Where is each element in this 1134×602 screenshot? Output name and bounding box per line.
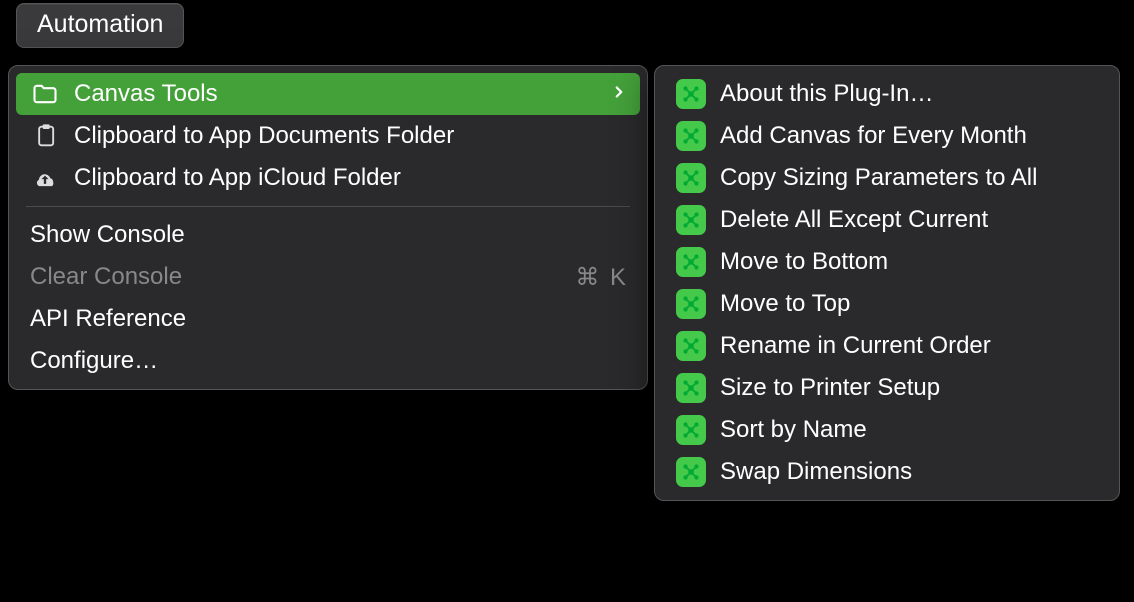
- menu-item-clipboard-icloud[interactable]: Clipboard to App iCloud Folder: [16, 157, 640, 199]
- menu-title-label: Automation: [37, 10, 163, 38]
- menu-item-label: API Reference: [30, 305, 628, 333]
- plugin-icon: [676, 289, 706, 319]
- submenu-item-label: Delete All Except Current: [720, 206, 1100, 234]
- plugin-icon: [676, 79, 706, 109]
- menu-item-clear-console[interactable]: Clear Console ⌘ K: [16, 256, 640, 298]
- menu-item-label: Clipboard to App Documents Folder: [74, 122, 628, 150]
- menu-item-api-reference[interactable]: API Reference: [16, 298, 640, 340]
- canvas-tools-submenu: About this Plug-In… Add Canvas for Every…: [654, 65, 1120, 501]
- submenu-item-sort-name[interactable]: Sort by Name: [662, 409, 1112, 451]
- plugin-icon: [676, 247, 706, 277]
- menu-item-label: Show Console: [30, 221, 628, 249]
- submenu-item-label: Copy Sizing Parameters to All: [720, 164, 1100, 192]
- submenu-item-move-bottom[interactable]: Move to Bottom: [662, 241, 1112, 283]
- submenu-item-swap-dimensions[interactable]: Swap Dimensions: [662, 451, 1112, 493]
- submenu-item-label: Size to Printer Setup: [720, 374, 1100, 402]
- menu-item-label: Clear Console: [30, 263, 561, 291]
- menu-item-label: Canvas Tools: [74, 80, 596, 108]
- menu-title-button[interactable]: Automation: [16, 3, 184, 48]
- menu-item-clipboard-documents[interactable]: Clipboard to App Documents Folder: [16, 115, 640, 157]
- folder-icon: [30, 79, 60, 109]
- plugin-icon: [676, 121, 706, 151]
- submenu-item-size-printer[interactable]: Size to Printer Setup: [662, 367, 1112, 409]
- menu-item-canvas-tools[interactable]: Canvas Tools: [16, 73, 640, 115]
- submenu-item-label: Add Canvas for Every Month: [720, 122, 1100, 150]
- submenu-item-delete-except-current[interactable]: Delete All Except Current: [662, 199, 1112, 241]
- submenu-item-add-canvas-month[interactable]: Add Canvas for Every Month: [662, 115, 1112, 157]
- submenu-item-copy-sizing[interactable]: Copy Sizing Parameters to All: [662, 157, 1112, 199]
- menu-item-label: Configure…: [30, 347, 628, 375]
- cloud-upload-icon: [30, 163, 60, 193]
- menu-item-configure[interactable]: Configure…: [16, 340, 640, 382]
- plugin-icon: [676, 163, 706, 193]
- submenu-item-label: Sort by Name: [720, 416, 1100, 444]
- submenu-item-label: Move to Bottom: [720, 248, 1100, 276]
- submenu-item-label: About this Plug-In…: [720, 80, 1100, 108]
- submenu-item-rename-order[interactable]: Rename in Current Order: [662, 325, 1112, 367]
- plugin-icon: [676, 331, 706, 361]
- automation-dropdown: Canvas Tools Clipboard to App Documents …: [8, 65, 648, 390]
- menu-item-show-console[interactable]: Show Console: [16, 214, 640, 256]
- plugin-icon: [676, 415, 706, 445]
- plugin-icon: [676, 205, 706, 235]
- submenu-item-label: Move to Top: [720, 290, 1100, 318]
- plugin-icon: [676, 373, 706, 403]
- submenu-item-label: Rename in Current Order: [720, 332, 1100, 360]
- submenu-item-move-top[interactable]: Move to Top: [662, 283, 1112, 325]
- chevron-right-icon: [610, 81, 628, 107]
- submenu-item-about-plugin[interactable]: About this Plug-In…: [662, 73, 1112, 115]
- menu-item-label: Clipboard to App iCloud Folder: [74, 164, 628, 192]
- menu-separator: [26, 206, 630, 207]
- menu-item-shortcut: ⌘ K: [575, 263, 628, 292]
- clipboard-icon: [30, 121, 60, 151]
- plugin-icon: [676, 457, 706, 487]
- submenu-item-label: Swap Dimensions: [720, 458, 1100, 486]
